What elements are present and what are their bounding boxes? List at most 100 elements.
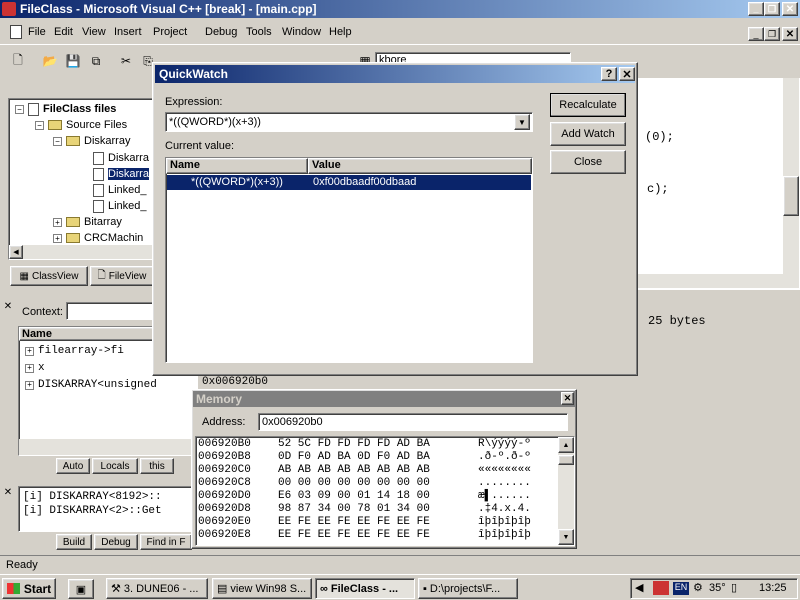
menu-debug[interactable]: Debug	[205, 26, 237, 38]
start-button[interactable]: Start	[2, 578, 56, 599]
battery-icon[interactable]: ▯	[731, 581, 737, 594]
tree-item-source-files[interactable]: − Source Files	[35, 117, 127, 133]
pane-close-icon[interactable]: ✕	[2, 300, 14, 312]
tab-find-in-files[interactable]: Find in F	[140, 534, 192, 550]
task-button-projects[interactable]: ▪ D:\projects\F...	[418, 578, 518, 599]
pane-close-icon[interactable]: ✕	[2, 486, 14, 498]
tab-auto[interactable]: Auto	[56, 458, 90, 474]
task-button-view[interactable]: ▤ view Win98 S...	[212, 578, 312, 599]
tree-item-file[interactable]: Linked_	[93, 198, 147, 214]
scroll-left-arrow-icon[interactable]: ◀	[9, 245, 23, 259]
close-button[interactable]: ✕	[782, 2, 798, 16]
menu-project[interactable]: Project	[153, 26, 187, 38]
menu-help[interactable]: Help	[329, 26, 352, 38]
language-indicator[interactable]: EN	[673, 582, 689, 595]
tree-item-fileclass[interactable]: − FileClass files	[15, 101, 116, 117]
editor-hscrollbar[interactable]	[637, 274, 799, 288]
folder-icon	[66, 136, 80, 146]
variable-row[interactable]: + DISKARRAY<unsigned	[25, 377, 157, 393]
dropdown-arrow-icon[interactable]: ▼	[514, 114, 530, 130]
app-titlebar: FileClass - Microsoft Visual C++ [break]…	[0, 0, 800, 18]
tab-classview[interactable]: ▦ ClassView	[10, 266, 88, 286]
windows-logo-icon	[6, 583, 20, 594]
tree-item-file[interactable]: Diskarra	[93, 150, 149, 166]
tree-item-diskarray[interactable]: − Diskarray	[53, 133, 130, 149]
memory-titlebar: Memory ✕	[193, 391, 575, 407]
clock: 13:25	[759, 582, 787, 594]
address-label: Address:	[202, 416, 246, 428]
mdi-close-button[interactable]: ✕	[782, 27, 798, 41]
tray-app-icon[interactable]	[653, 581, 669, 595]
menu-insert[interactable]: Insert	[114, 26, 142, 38]
save-all-icon[interactable]: ⧉	[86, 51, 106, 71]
cut-icon[interactable]: ✂	[116, 51, 136, 71]
network-icon[interactable]: ⚙	[693, 581, 703, 594]
add-watch-button[interactable]: Add Watch	[550, 122, 626, 146]
menu-view[interactable]: View	[82, 26, 106, 38]
tree-item-file[interactable]: Linked_	[93, 182, 147, 198]
code-line: c);	[647, 182, 669, 196]
menu-tools[interactable]: Tools	[246, 26, 272, 38]
variable-row[interactable]: + x	[25, 360, 45, 376]
task-button-dune[interactable]: ⚒ 3. DUNE06 - ...	[106, 578, 208, 599]
value-row[interactable]: *((QWORD*)(x+3)) 0xf00dbaadf00dbaad	[167, 175, 531, 190]
tab-locals[interactable]: Locals	[92, 458, 138, 474]
expand-icon: +	[25, 346, 34, 356]
temperature-text: 35°	[709, 582, 726, 594]
scroll-up-arrow-icon[interactable]: ▲	[558, 437, 574, 453]
memory-row: 006920E0 EE FE EE FE EE FE EE FE îþîþîþîþ	[198, 516, 531, 528]
tree-hscrollbar[interactable]: ◀	[9, 245, 153, 259]
editor-pane: (0); c);	[636, 78, 800, 290]
tab-debug[interactable]: Debug	[94, 534, 138, 550]
scroll-down-arrow-icon[interactable]: ▼	[558, 529, 574, 545]
tree-item-crcmachine[interactable]: + CRCMachin	[53, 230, 143, 246]
expression-value: *((QWORD*)(x+3))	[169, 116, 261, 128]
quicklaunch-desktop-icon[interactable]: ▣	[68, 579, 94, 599]
col-header-value[interactable]: Value	[308, 158, 532, 174]
mdi-restore-button[interactable]: ❐	[764, 27, 780, 41]
memory-row: 006920D8 98 87 34 00 78 01 34 00 .‡4.x.4.	[198, 503, 531, 515]
menu-edit[interactable]: Edit	[54, 26, 73, 38]
tab-this[interactable]: this	[140, 458, 174, 474]
expression-input[interactable]: *((QWORD*)(x+3)) ▼	[165, 112, 533, 132]
address-input[interactable]: 0x006920b0	[258, 413, 568, 431]
tab-fileview[interactable]: 🗋 FileView	[90, 266, 154, 286]
close-dialog-button[interactable]: Close	[550, 150, 626, 174]
col-header-name[interactable]: Name	[166, 158, 308, 174]
menu-file[interactable]: File	[28, 26, 46, 38]
scroll-thumb[interactable]	[783, 176, 799, 216]
project-icon	[28, 102, 39, 116]
restore-button[interactable]: ❐	[764, 2, 780, 16]
dialog-close-button[interactable]: ✕	[619, 67, 635, 81]
output-text: [i] DISKARRAY<8192>:: [i] DISKARRAY<2>::…	[18, 486, 194, 532]
variables-hscrollbar[interactable]	[19, 439, 197, 455]
classview-icon: ▦	[19, 270, 29, 282]
tree-item-bitarray[interactable]: + Bitarray	[53, 214, 122, 230]
tree-item-file[interactable]: Diskarra	[93, 166, 149, 182]
save-icon[interactable]: 💾	[63, 51, 83, 71]
minimize-button[interactable]: _	[748, 2, 764, 16]
variable-value: 0x006920b0	[202, 376, 269, 388]
value-row-value: 0xf00dbaadf00dbaad	[313, 176, 417, 188]
dialog-titlebar: QuickWatch ? ✕	[155, 65, 635, 83]
task-button-fileclass[interactable]: ∞ FileClass - ...	[315, 578, 415, 599]
context-combo[interactable]	[66, 302, 154, 320]
tab-build[interactable]: Build	[56, 534, 92, 550]
memory-row: 006920D0 E6 03 09 00 01 14 18 00 æ▌......	[198, 490, 531, 502]
recalculate-button[interactable]: Recalculate	[550, 93, 626, 117]
scroll-thumb[interactable]	[558, 455, 574, 465]
folder-icon	[66, 217, 80, 227]
new-file-icon[interactable]: 🗋	[8, 51, 28, 71]
speaker-icon[interactable]: ◀	[635, 581, 643, 594]
help-button[interactable]: ?	[601, 67, 617, 81]
variable-row[interactable]: + filearray->fi	[25, 343, 124, 359]
memory-row: 006920B0 52 5C FD FD FD FD AD BA R\ýýýý-º	[198, 438, 531, 450]
memory-close-button[interactable]: ✕	[561, 392, 574, 405]
open-folder-icon[interactable]: 📂	[40, 51, 60, 71]
expand-icon: +	[25, 363, 34, 373]
memory-vscrollbar[interactable]: ▲ ▼	[558, 437, 574, 545]
editor-vscrollbar[interactable]	[783, 78, 799, 274]
menu-window[interactable]: Window	[282, 26, 321, 38]
mdi-minimize-button[interactable]: _	[748, 27, 764, 41]
collapse-icon: −	[35, 120, 44, 130]
